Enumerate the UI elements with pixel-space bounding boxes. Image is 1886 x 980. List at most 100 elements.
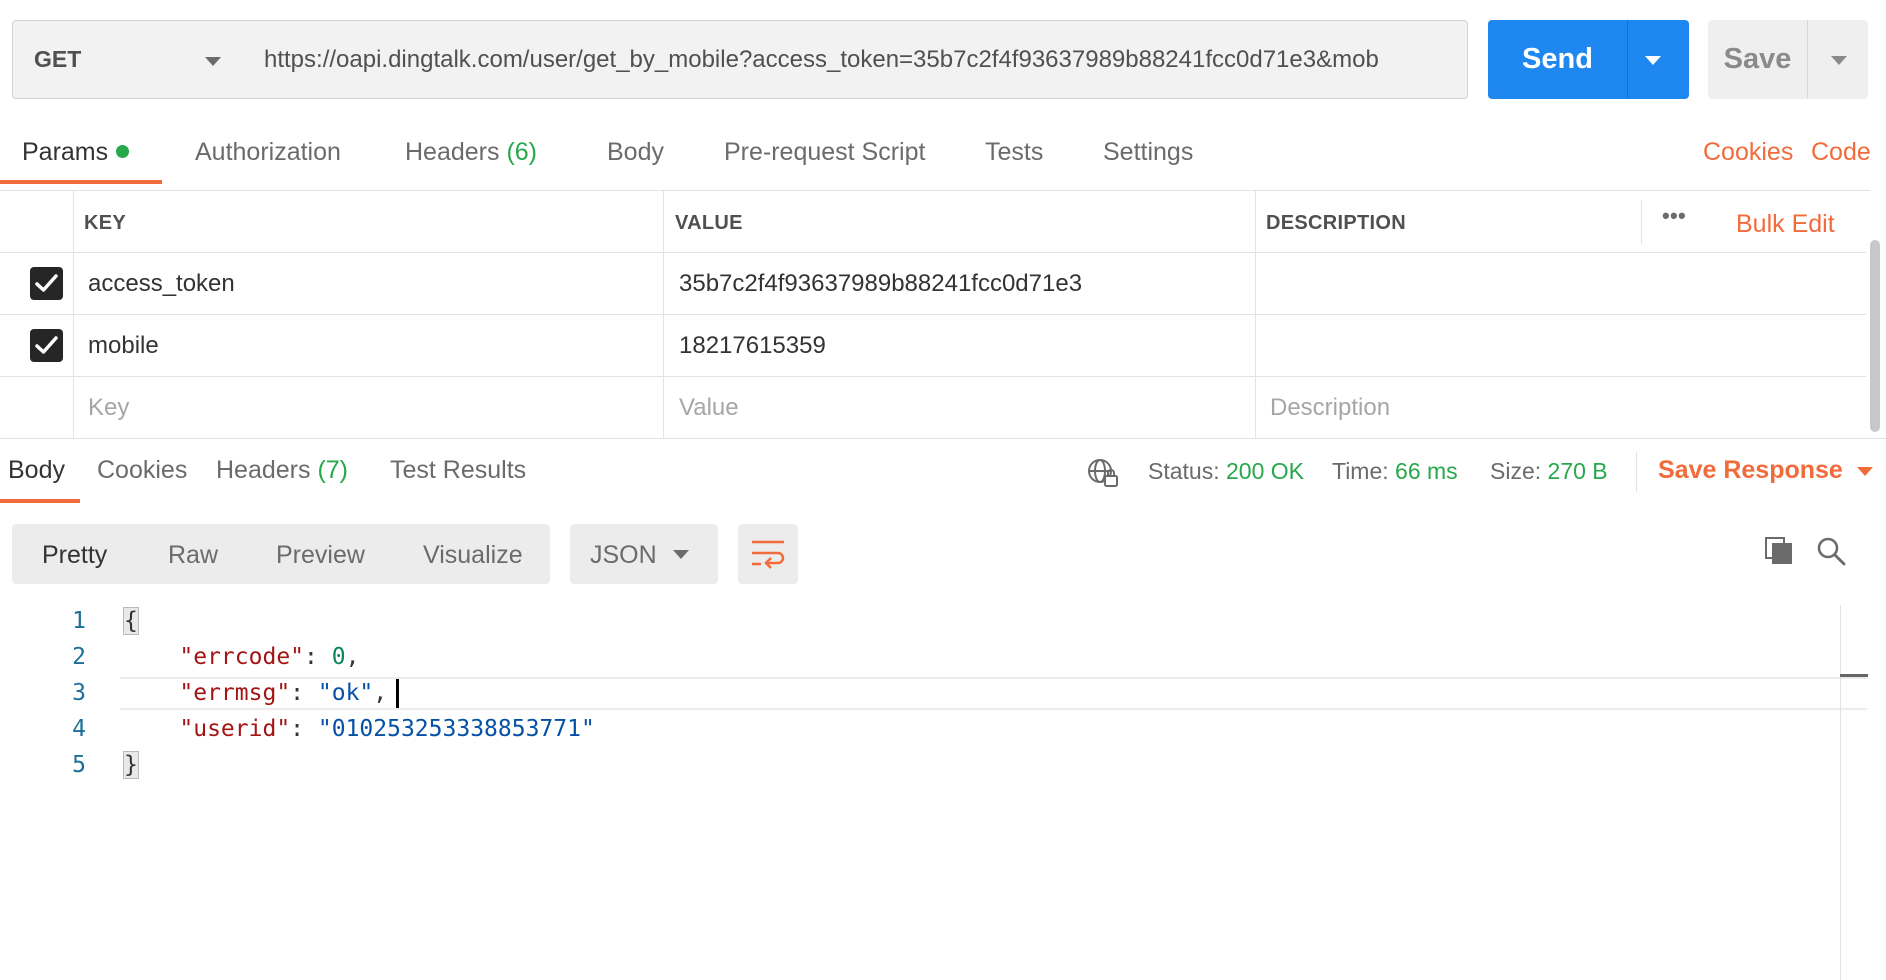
param-value[interactable]: 35b7c2f4f93637989b88241fcc0d71e3 (679, 270, 1082, 298)
format-label: JSON (590, 541, 657, 569)
json-value: 0 (331, 644, 346, 670)
response-tab-underline (0, 499, 80, 503)
url-input[interactable]: https://oapi.dingtalk.com/user/get_by_mo… (243, 20, 1468, 99)
cookies-link[interactable]: Cookies (1703, 138, 1793, 167)
params-active-dot (116, 144, 130, 158)
tab-headers-label: Headers (405, 138, 500, 166)
editor-scroll-gutter (1840, 605, 1841, 980)
table-row-border (0, 376, 1866, 377)
response-tab-headers-label: Headers (216, 456, 311, 484)
tab-params[interactable]: Params (22, 138, 130, 167)
tab-headers[interactable]: Headers (6) (405, 138, 537, 167)
json-key: "errcode" (179, 644, 305, 670)
tab-authorization[interactable]: Authorization (195, 138, 341, 167)
table-col-divider (1641, 200, 1642, 244)
tab-pre-request-script[interactable]: Pre-request Script (724, 138, 925, 167)
save-options-caret-icon[interactable] (1831, 56, 1847, 65)
response-tab-test-results[interactable]: Test Results (390, 456, 526, 485)
json-value: "010253253338853771" (317, 716, 595, 742)
save-button-group: Save (1708, 20, 1868, 99)
param-value[interactable]: 18217615359 (679, 332, 826, 360)
table-col-divider (73, 190, 74, 438)
save-response-button[interactable]: Save Response (1658, 456, 1873, 485)
size-readout: Size: 270 B (1490, 458, 1608, 485)
response-tab-cookies[interactable]: Cookies (97, 456, 187, 485)
line-number: 1 (72, 608, 86, 634)
tab-headers-count: (6) (506, 138, 538, 166)
json-key: "userid" (179, 716, 291, 742)
params-scrollbar[interactable] (1870, 240, 1880, 432)
json-value: "ok" (317, 680, 374, 706)
method-label: GET (34, 46, 82, 72)
send-button[interactable]: Send (1488, 20, 1627, 99)
table-top-border (0, 190, 1870, 191)
wrap-lines-button[interactable] (738, 524, 798, 584)
line-number: 2 (72, 644, 86, 670)
time-readout: Time: 66 ms (1332, 458, 1458, 485)
active-tab-underline (0, 180, 162, 184)
status-readout: Status: 200 OK (1148, 458, 1304, 485)
tab-body[interactable]: Body (607, 138, 664, 167)
wrap-lines-icon (752, 540, 785, 569)
bulk-edit-link[interactable]: Bulk Edit (1736, 210, 1835, 239)
view-mode-raw[interactable]: Raw (168, 541, 218, 570)
table-row-border (0, 314, 1866, 315)
response-tab-body[interactable]: Body (8, 456, 65, 485)
code-line[interactable]: } (123, 751, 139, 779)
time-value: 66 ms (1395, 458, 1458, 484)
status-value: 200 OK (1226, 458, 1304, 484)
copy-icon[interactable] (1764, 536, 1794, 566)
code-link[interactable]: Code (1811, 138, 1871, 167)
json-key: "errmsg" (179, 680, 291, 706)
line-number: 3 (72, 680, 86, 706)
column-header-value: VALUE (675, 212, 743, 234)
tab-settings[interactable]: Settings (1103, 138, 1193, 167)
open-brace: { (123, 607, 139, 635)
globe-lock-icon[interactable] (1086, 457, 1120, 489)
code-line[interactable]: "errmsg": "ok", (124, 680, 387, 706)
url-text: https://oapi.dingtalk.com/user/get_by_mo… (264, 45, 1379, 73)
new-value-input[interactable]: Value (679, 394, 739, 422)
close-brace: } (123, 751, 139, 779)
text-cursor (396, 679, 399, 708)
more-icon[interactable]: ••• (1662, 203, 1686, 229)
caret-down-icon (205, 57, 221, 66)
code-line[interactable]: "userid": "010253253338853771" (124, 716, 595, 742)
caret-down-icon (1856, 466, 1873, 476)
table-bottom-border (0, 438, 1886, 439)
save-divider (1807, 20, 1808, 99)
checkbox-checked-icon[interactable] (30, 267, 63, 300)
method-select[interactable]: GET (12, 20, 244, 99)
size-label: Size: (1490, 458, 1542, 484)
line-number: 4 (72, 716, 86, 742)
send-divider (1627, 20, 1628, 99)
size-value: 270 B (1547, 458, 1608, 484)
new-description-input[interactable]: Description (1270, 394, 1390, 422)
view-mode-pretty[interactable]: Pretty (42, 541, 107, 570)
code-line[interactable]: "errcode": 0, (124, 644, 359, 670)
send-button-group: Send (1488, 20, 1689, 99)
meta-divider (1636, 452, 1637, 492)
line-number: 5 (72, 752, 86, 778)
checkbox-checked-icon[interactable] (30, 329, 63, 362)
status-label: Status: (1148, 458, 1220, 484)
param-key[interactable]: access_token (88, 270, 235, 298)
table-col-divider (1255, 190, 1256, 438)
search-icon[interactable] (1816, 536, 1846, 566)
format-select[interactable]: JSON (570, 524, 718, 584)
send-options-caret-icon[interactable] (1645, 56, 1661, 65)
param-key[interactable]: mobile (88, 332, 159, 360)
new-key-input[interactable]: Key (88, 394, 129, 422)
response-tab-headers[interactable]: Headers (7) (216, 456, 348, 485)
tab-tests[interactable]: Tests (985, 138, 1043, 167)
view-mode-preview[interactable]: Preview (276, 541, 365, 570)
save-response-label: Save Response (1658, 456, 1843, 484)
editor-scroll-marker (1840, 674, 1868, 677)
tab-params-label: Params (22, 138, 109, 166)
column-header-description: DESCRIPTION (1266, 212, 1406, 234)
view-mode-visualize[interactable]: Visualize (423, 541, 523, 570)
table-header-border (0, 252, 1866, 253)
code-line[interactable]: { (123, 607, 139, 635)
save-button[interactable]: Save (1708, 20, 1807, 99)
table-col-divider (663, 190, 664, 438)
